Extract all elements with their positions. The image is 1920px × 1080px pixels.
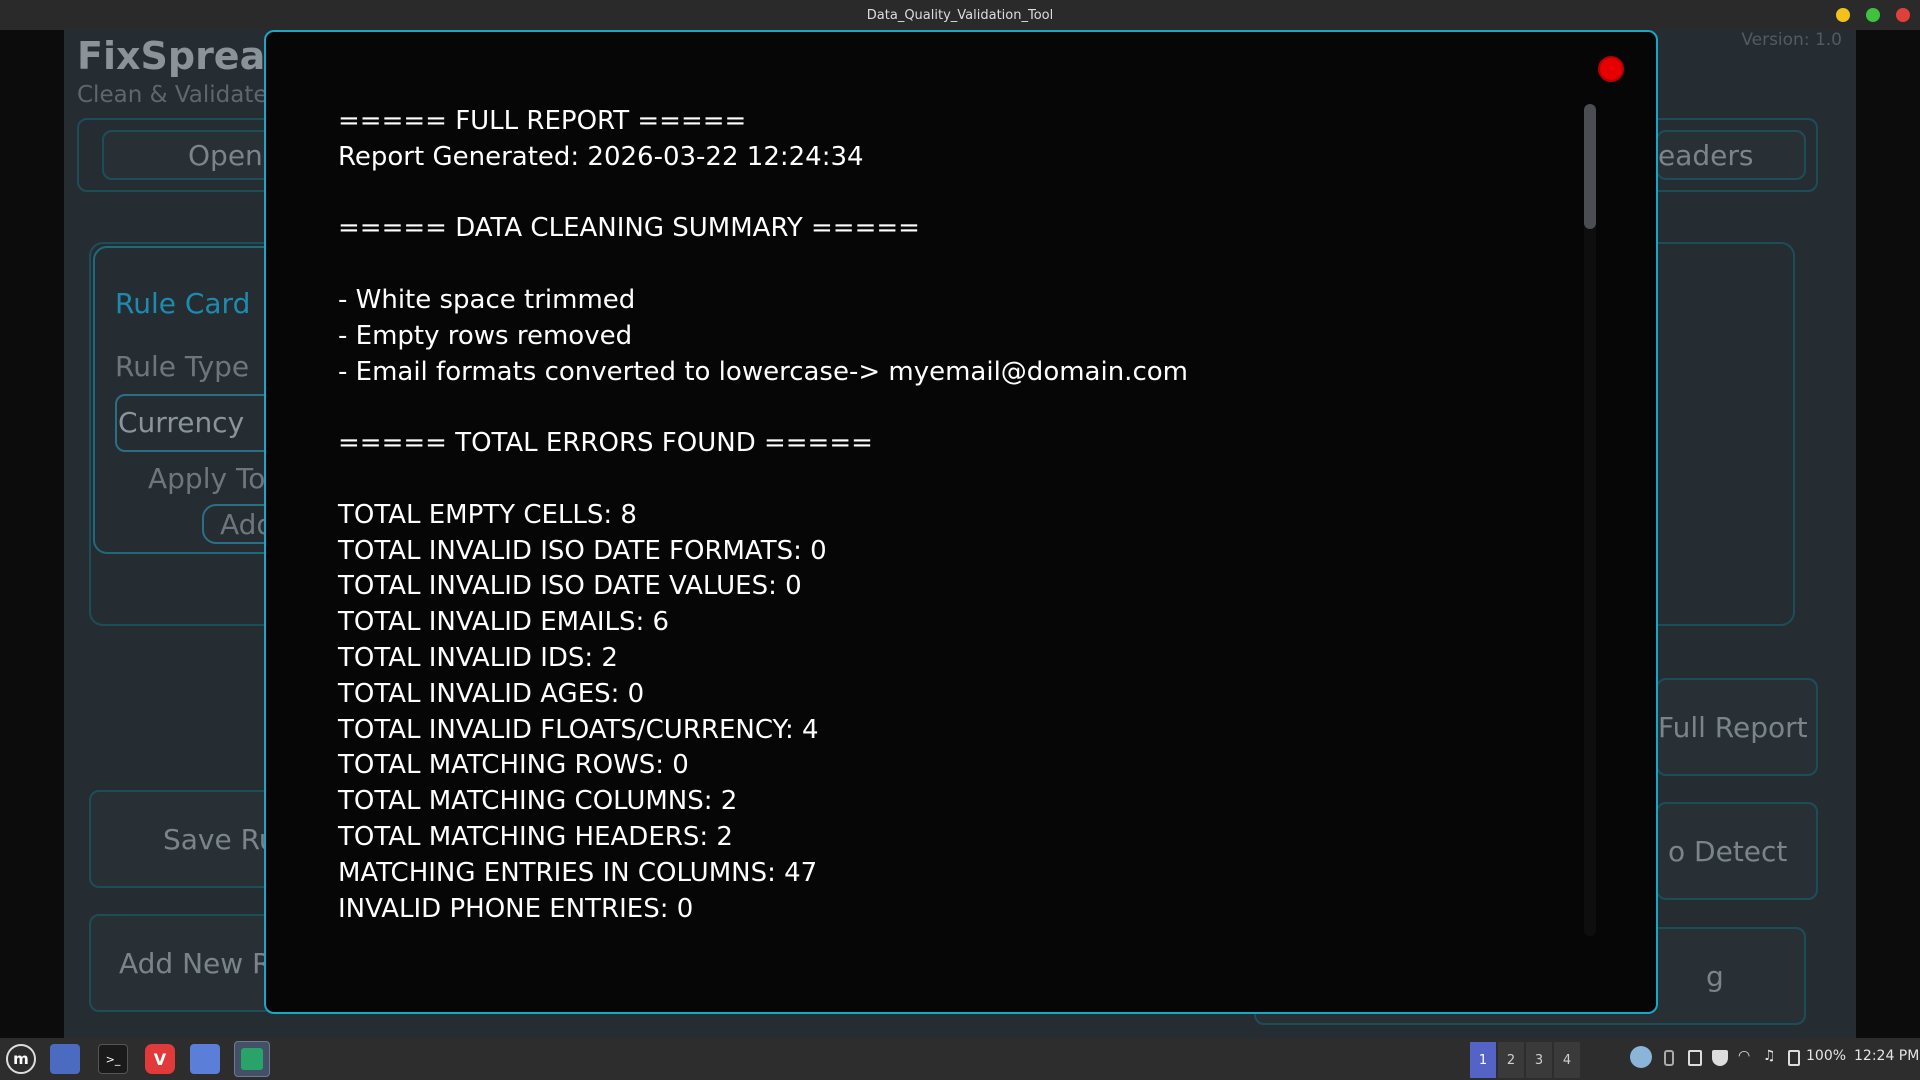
full-report-label: Full Report <box>1658 710 1808 744</box>
report-line: ===== FULL REPORT ===== <box>338 106 747 136</box>
report-line: TOTAL INVALID EMAILS: 6 <box>338 607 670 638</box>
report-line: TOTAL INVALID ISO DATE FORMATS: 0 <box>338 535 827 566</box>
report-line: ===== TOTAL ERRORS FOUND ===== <box>338 428 873 459</box>
report-line: TOTAL INVALID IDS: 2 <box>338 642 618 673</box>
report-line: - Email formats converted to lowercase->… <box>338 356 1188 387</box>
close-report-button[interactable] <box>1598 56 1624 82</box>
folder-icon[interactable] <box>50 1044 80 1074</box>
report-scrollbar-thumb[interactable] <box>1584 104 1596 229</box>
clock[interactable]: 12:24 PM <box>1854 1048 1919 1064</box>
report-line: INVALID PHONE ENTRIES: 0 <box>338 893 694 924</box>
report-line: TOTAL INVALID ISO DATE VALUES: 0 <box>338 571 802 602</box>
auto-detect-button[interactable]: o Detect <box>1656 802 1818 900</box>
open-file-label: Open <box>188 138 263 172</box>
workspace-3[interactable]: 3 <box>1526 1042 1552 1078</box>
auto-detect-label: o Detect <box>1668 834 1788 868</box>
battery-percent: 100% <box>1806 1048 1847 1064</box>
vivaldi-icon[interactable]: V <box>145 1044 175 1074</box>
bottom-right-label: g <box>1706 959 1724 993</box>
report-line <box>338 176 1568 212</box>
app-title: FixSpread <box>77 34 293 78</box>
report-line: - White space trimmed <box>338 284 636 315</box>
headers-label: eaders <box>1658 138 1754 172</box>
close-window-button[interactable] <box>1896 8 1910 22</box>
report-line: TOTAL INVALID AGES: 0 <box>338 678 645 709</box>
report-line <box>338 462 1568 498</box>
workspace-2[interactable]: 2 <box>1498 1042 1524 1078</box>
report-scrollbar[interactable] <box>1584 104 1596 936</box>
report-line: TOTAL INVALID FLOATS/CURRENCY: 4 <box>338 714 819 745</box>
title-bar: Data_Quality_Validation_Tool <box>0 0 1920 30</box>
rule-type-value: Currency <box>118 406 245 439</box>
report-text: ===== FULL REPORT ===== Report Generated:… <box>338 104 1568 927</box>
app-icon[interactable] <box>234 1041 270 1077</box>
full-report-dialog: ===== FULL REPORT ===== Report Generated:… <box>264 30 1658 1014</box>
add-new-rule-label: Add New Ru <box>119 946 289 980</box>
battery-icon[interactable] <box>1788 1050 1800 1066</box>
taskbar: m >_ V 1 2 3 4 ◠ ♫ 100% 12:24 PM <box>0 1038 1920 1080</box>
headers-button[interactable]: eaders <box>1656 130 1806 180</box>
workspace-4[interactable]: 4 <box>1554 1042 1580 1078</box>
rule-type-label: Rule Type <box>115 350 250 383</box>
network-globe-icon[interactable] <box>1630 1046 1652 1068</box>
report-line <box>338 247 1568 283</box>
app-subtitle: Clean & Validate <box>77 82 268 108</box>
report-line: TOTAL MATCHING ROWS: 0 <box>338 750 689 781</box>
terminal-icon[interactable]: >_ <box>98 1044 128 1074</box>
version-label: Version: 1.0 <box>1741 30 1842 50</box>
minimize-button[interactable] <box>1836 8 1850 22</box>
report-line: TOTAL EMPTY CELLS: 8 <box>338 499 637 530</box>
report-line: MATCHING ENTRIES IN COLUMNS: 47 <box>338 857 818 888</box>
workspace-1[interactable]: 1 <box>1470 1042 1496 1078</box>
files-icon[interactable] <box>190 1044 220 1074</box>
report-line: Report Generated: 2026-03-22 12:24:34 <box>338 141 864 172</box>
report-line: - Empty rows removed <box>338 320 633 351</box>
wifi-icon[interactable]: ◠ <box>1738 1048 1750 1064</box>
window-title: Data_Quality_Validation_Tool <box>866 8 1054 23</box>
shield-icon[interactable] <box>1712 1050 1728 1066</box>
report-line: TOTAL MATCHING HEADERS: 2 <box>338 821 733 852</box>
rule-card-title: Rule Card <box>115 287 251 320</box>
report-line <box>338 390 1568 426</box>
menu-icon[interactable]: m <box>6 1044 36 1074</box>
bluetooth-icon[interactable] <box>1664 1050 1674 1066</box>
maximize-button[interactable] <box>1866 8 1880 22</box>
music-icon[interactable]: ♫ <box>1763 1048 1776 1064</box>
clipboard-icon[interactable] <box>1688 1050 1702 1066</box>
report-line: ===== DATA CLEANING SUMMARY ===== <box>338 213 920 244</box>
full-report-button[interactable]: Full Report <box>1656 678 1818 776</box>
report-line: TOTAL MATCHING COLUMNS: 2 <box>338 786 738 817</box>
